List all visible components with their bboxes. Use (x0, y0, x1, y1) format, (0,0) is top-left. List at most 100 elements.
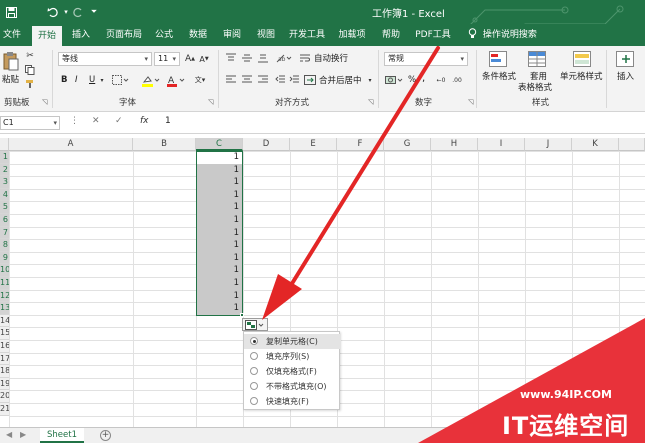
copy-icon[interactable] (24, 64, 36, 76)
merge-icon[interactable] (303, 74, 317, 86)
row-header[interactable]: 9 (0, 251, 9, 265)
borders-icon[interactable] (110, 74, 132, 86)
tab-formulas[interactable]: 公式 (150, 24, 178, 46)
redo-icon[interactable] (70, 4, 86, 20)
select-all-corner[interactable] (0, 138, 9, 151)
name-box[interactable]: C1 ▾ (0, 116, 60, 130)
row-header[interactable]: 16 (0, 340, 9, 353)
formula-input[interactable]: 1 (165, 116, 171, 126)
align-center-icon[interactable] (240, 74, 254, 86)
fill-handle[interactable] (240, 313, 244, 317)
tab-page-layout[interactable]: 页面布局 (102, 24, 146, 46)
row-header[interactable]: 1 (0, 151, 9, 164)
column-header-partial[interactable] (619, 138, 645, 151)
format-painter-icon[interactable] (24, 78, 36, 90)
autofill-options-button[interactable] (242, 318, 268, 331)
tab-developer[interactable]: 开发工具 (287, 24, 327, 46)
tell-me-search[interactable]: 操作说明搜索 (468, 24, 537, 46)
italic-button[interactable]: I (75, 74, 78, 86)
decrease-decimal-icon[interactable]: .00 (450, 74, 464, 86)
sheet-tab[interactable]: Sheet1 (40, 428, 84, 443)
tab-file[interactable]: 文件 (0, 24, 24, 46)
row-header[interactable]: 14 (0, 314, 9, 328)
cell-value[interactable]: 1 (196, 302, 241, 315)
decrease-indent-icon[interactable] (274, 74, 286, 86)
format-as-table-icon[interactable] (527, 50, 547, 68)
format-as-table-button-line2[interactable]: 表格格式 (518, 82, 552, 94)
row-header[interactable]: 6 (0, 214, 9, 227)
column-header[interactable]: E (290, 138, 337, 151)
insert-cells-icon[interactable] (615, 50, 635, 68)
underline-button[interactable]: U (89, 74, 95, 86)
enter-icon[interactable]: ✓ (115, 116, 123, 126)
row-header[interactable]: 4 (0, 188, 9, 202)
cell-value[interactable]: 1 (196, 214, 241, 227)
cell-value[interactable]: 1 (196, 290, 241, 303)
row-header[interactable]: 10 (0, 264, 9, 277)
increase-font-icon[interactable]: A ▲ (184, 52, 196, 66)
launcher-icon[interactable]: ◹ (42, 98, 47, 106)
column-header[interactable]: A (9, 138, 133, 151)
column-header[interactable]: B (133, 138, 196, 151)
row-header[interactable]: 17 (0, 352, 9, 366)
scroll-left-icon[interactable]: ◀ (6, 430, 12, 439)
column-header[interactable]: H (431, 138, 478, 151)
wrap-text-button[interactable]: 自动换行 (314, 53, 348, 65)
row-header[interactable]: 21 (0, 403, 9, 416)
align-middle-icon[interactable] (240, 52, 254, 64)
conditional-format-icon[interactable] (488, 50, 508, 68)
align-left-icon[interactable] (224, 74, 238, 86)
launcher-icon[interactable]: ◹ (208, 98, 213, 106)
cell-value[interactable]: 1 (196, 164, 241, 177)
row-header[interactable]: 15 (0, 327, 9, 340)
cell-value[interactable]: 1 (196, 176, 241, 189)
increase-indent-icon[interactable] (288, 74, 300, 86)
tab-addins[interactable]: 加载项 (335, 24, 369, 46)
font-color-icon[interactable]: A (165, 73, 187, 87)
align-bottom-icon[interactable] (256, 52, 270, 64)
column-header[interactable]: F (337, 138, 384, 151)
launcher-icon[interactable]: ◹ (468, 98, 473, 106)
cell-value[interactable]: 1 (196, 264, 241, 277)
cell-value[interactable]: 1 (196, 277, 241, 290)
chevron-down-icon[interactable]: ▾ (366, 74, 374, 86)
tab-home[interactable]: 开始 (32, 26, 62, 46)
launcher-icon[interactable]: ◹ (368, 98, 373, 106)
tab-insert[interactable]: 插入 (66, 24, 96, 46)
fill-color-icon[interactable] (140, 73, 162, 87)
insert-function-icon[interactable]: fx (140, 116, 149, 126)
currency-icon[interactable] (384, 74, 404, 86)
row-header[interactable]: 3 (0, 176, 9, 189)
row-header[interactable]: 7 (0, 226, 9, 240)
number-format-dropdown[interactable]: 常规 ▾ (384, 52, 468, 66)
save-icon[interactable] (3, 4, 19, 20)
cell-value[interactable]: 1 (196, 189, 241, 202)
tab-help[interactable]: 帮助 (377, 24, 405, 46)
tab-data[interactable]: 数据 (184, 24, 212, 46)
percent-icon[interactable]: % (408, 74, 416, 86)
font-size-dropdown[interactable]: 11 ▾ (154, 52, 180, 66)
column-header[interactable]: J (525, 138, 572, 151)
align-right-icon[interactable] (256, 74, 270, 86)
wrap-text-icon[interactable] (298, 52, 312, 64)
bold-button[interactable]: B (61, 74, 67, 86)
cell-value[interactable]: 1 (196, 239, 241, 252)
align-top-icon[interactable] (224, 52, 238, 64)
merge-center-button[interactable]: 合并后居中 (319, 75, 362, 87)
row-header[interactable]: 18 (0, 365, 9, 378)
conditional-format-button[interactable]: 条件格式 (482, 71, 516, 83)
row-header[interactable]: 2 (0, 163, 9, 177)
column-header[interactable]: D (243, 138, 290, 151)
tab-pdf-tools[interactable]: PDF工具 (413, 24, 453, 46)
paste-button[interactable]: 粘贴 (2, 74, 19, 86)
cut-icon[interactable]: ✂ (24, 50, 36, 62)
row-header[interactable]: 19 (0, 377, 9, 391)
cell-styles-icon[interactable] (572, 50, 592, 68)
row-header[interactable]: 5 (0, 201, 9, 214)
autofill-copy-cells[interactable]: 复制单元格(C) (244, 334, 341, 349)
row-header[interactable]: 20 (0, 390, 9, 403)
orientation-icon[interactable]: ab (275, 52, 293, 64)
row-header[interactable]: 11 (0, 277, 9, 290)
row-header[interactable]: 13 (0, 302, 9, 315)
chevron-down-icon[interactable]: ▾ (98, 74, 106, 86)
